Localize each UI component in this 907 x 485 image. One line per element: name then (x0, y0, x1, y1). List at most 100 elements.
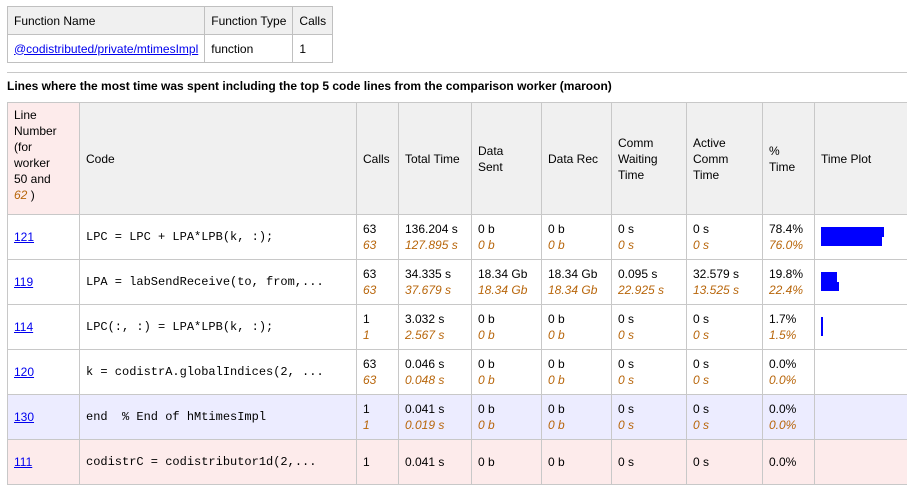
comm-waiting-comparison-value: 0 s (618, 327, 680, 343)
calls-comparison-value: 1 (363, 417, 392, 433)
active-comm-cell: 32.579 s13.525 s (687, 260, 763, 305)
comm-waiting-cell: 0 s0 s (612, 350, 687, 395)
total-time-cell: 0.041 s0.019 s (399, 395, 472, 440)
line-number-link[interactable]: 111 (14, 455, 32, 469)
data-rec-cell: 0 b0 b (542, 350, 612, 395)
time-plot (821, 217, 904, 257)
header-data-sent: Data Sent (472, 103, 542, 215)
header-active-comm-text: Time (693, 167, 756, 183)
percent-time-value: 0.0% (769, 454, 808, 470)
data-sent-comparison-value: 0 b (478, 372, 535, 388)
calls-comparison-value: 1 (363, 327, 392, 343)
calls-comparison-value: 63 (363, 282, 392, 298)
header-data-sent-text: Sent (478, 159, 535, 175)
total-time-value: 0.041 s (405, 454, 465, 470)
total-time-comparison-value: 0.019 s (405, 417, 465, 433)
header-function-name: Function Name (8, 7, 205, 35)
line-number-link[interactable]: 119 (14, 275, 33, 289)
active-comm-value: 0 s (693, 311, 756, 327)
data-sent-comparison-value: 18.34 Gb (478, 282, 535, 298)
calls-cell: 11 (357, 305, 399, 350)
data-rec-value: 0 b (548, 401, 605, 417)
total-time-cell: 0.041 s (399, 440, 472, 485)
header-calls: Calls (293, 7, 333, 35)
total-time-value: 136.204 s (405, 221, 465, 237)
function-calls-cell: 1 (293, 35, 333, 63)
data-rec-value: 0 b (548, 454, 605, 470)
header-percent-time: % Time (763, 103, 815, 215)
header-code: Code (80, 103, 357, 215)
time-bar-comparison (821, 282, 839, 291)
function-table-header: Function Name Function Type Calls (8, 7, 333, 35)
header-line-number-text: Line (14, 107, 73, 123)
header-data-sent-text: Data (478, 143, 535, 159)
function-summary-table: Function Name Function Type Calls @codis… (7, 6, 333, 63)
line-number-cell: 119 (8, 260, 80, 305)
function-table-row: @codistributed/private/mtimesImpl functi… (8, 35, 333, 63)
data-rec-comparison-value: 0 b (548, 372, 605, 388)
data-sent-value: 0 b (478, 454, 535, 470)
comm-waiting-comparison-value: 22.925 s (618, 282, 680, 298)
calls-cell: 11 (357, 395, 399, 440)
time-plot-cell (815, 350, 907, 395)
percent-time-value: 19.8% (769, 266, 808, 282)
data-rec-value: 18.34 Gb (548, 266, 605, 282)
header-percent-time-text: % (769, 143, 808, 159)
data-sent-cell: 0 b0 b (472, 395, 542, 440)
line-number-link[interactable]: 114 (14, 320, 33, 334)
data-rec-comparison-value: 0 b (548, 327, 605, 343)
function-name-link[interactable]: @codistributed/private/mtimesImpl (14, 42, 198, 56)
lines-table: Line Number (for worker 50 and 62 ) Code… (7, 102, 907, 485)
data-sent-cell: 18.34 Gb18.34 Gb (472, 260, 542, 305)
line-number-link[interactable]: 120 (14, 365, 34, 379)
percent-time-cell: 0.0% (763, 440, 815, 485)
calls-comparison-value: 63 (363, 237, 392, 253)
data-rec-cell: 0 b0 b (542, 395, 612, 440)
calls-value: 1 (363, 454, 392, 470)
active-comm-cell: 0 s0 s (687, 215, 763, 260)
section-heading: Lines where the most time was spent incl… (7, 72, 907, 93)
line-number-link[interactable]: 130 (14, 410, 34, 424)
line-number-link[interactable]: 121 (14, 230, 34, 244)
code-cell: codistrC = codistributor1d(2,... (80, 440, 357, 485)
data-sent-cell: 0 b (472, 440, 542, 485)
calls-cell: 6363 (357, 215, 399, 260)
total-time-comparison-value: 127.895 s (405, 237, 465, 253)
active-comm-comparison-value: 13.525 s (693, 282, 756, 298)
total-time-value: 3.032 s (405, 311, 465, 327)
total-time-value: 0.041 s (405, 401, 465, 417)
table-row: 121LPC = LPC + LPA*LPB(k, :);6363136.204… (8, 215, 907, 260)
comm-waiting-value: 0.095 s (618, 266, 680, 282)
function-type-cell: function (205, 35, 293, 63)
data-rec-value: 0 b (548, 221, 605, 237)
comm-waiting-value: 0 s (618, 454, 680, 470)
line-number-cell: 114 (8, 305, 80, 350)
data-rec-value: 0 b (548, 356, 605, 372)
data-sent-value: 0 b (478, 221, 535, 237)
active-comm-value: 0 s (693, 356, 756, 372)
percent-time-comparison-value: 76.0% (769, 237, 808, 253)
header-active-comm-text: Active (693, 135, 756, 151)
code-cell: LPA = labSendReceive(to, from,... (80, 260, 357, 305)
line-number-cell: 130 (8, 395, 80, 440)
time-plot-cell (815, 305, 907, 350)
time-bar-comparison (821, 327, 823, 336)
data-rec-comparison-value: 0 b (548, 417, 605, 433)
active-comm-value: 0 s (693, 454, 756, 470)
comm-waiting-comparison-value: 0 s (618, 372, 680, 388)
time-plot-cell (815, 215, 907, 260)
active-comm-comparison-value: 0 s (693, 327, 756, 343)
total-time-comparison-value: 2.567 s (405, 327, 465, 343)
percent-time-cell: 1.7%1.5% (763, 305, 815, 350)
total-time-cell: 0.046 s0.048 s (399, 350, 472, 395)
percent-time-value: 1.7% (769, 311, 808, 327)
time-plot (821, 397, 904, 437)
active-comm-comparison-value: 0 s (693, 237, 756, 253)
total-time-cell: 34.335 s37.679 s (399, 260, 472, 305)
calls-cell: 6363 (357, 350, 399, 395)
table-row: 111 codistrC = codistributor1d(2,... 1 0.04… (8, 440, 907, 485)
percent-time-cell: 0.0%0.0% (763, 395, 815, 440)
percent-time-value: 0.0% (769, 401, 808, 417)
data-rec-cell: 18.34 Gb18.34 Gb (542, 260, 612, 305)
header-percent-time-text: Time (769, 159, 808, 175)
